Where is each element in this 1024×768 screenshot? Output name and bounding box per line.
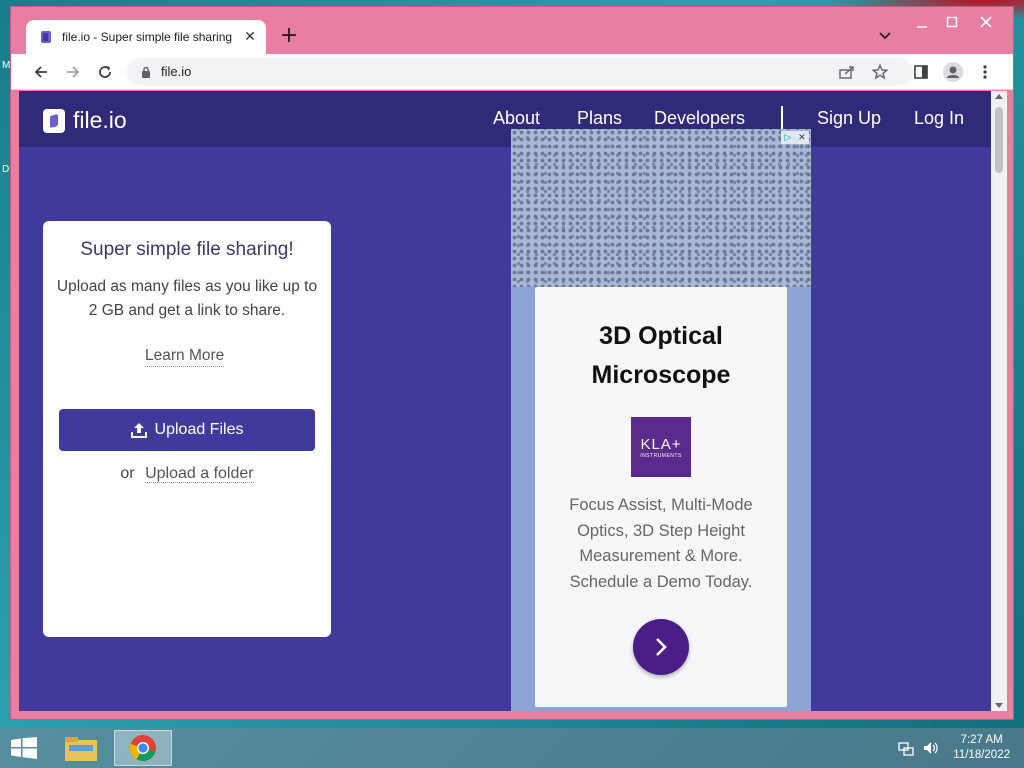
ad-choices-badge[interactable]: ▷ ✕ [781, 131, 809, 144]
ad-body-text: Focus Assist, Multi-Mode Optics, 3D Step… [569, 496, 753, 591]
clock-time: 7:27 AM [960, 734, 1003, 746]
kla-logo: KLA+ INSTRUMENTS [631, 417, 691, 477]
nav-link-about[interactable]: About [493, 108, 540, 129]
desktop-icon-label[interactable]: D [2, 164, 9, 175]
new-tab-button[interactable]: + [277, 25, 301, 49]
back-arrow-icon [34, 66, 47, 78]
maximize-button[interactable] [937, 11, 967, 33]
back-button[interactable] [29, 60, 53, 84]
site-navbar: file.io About Plans Developers Sign Up L… [19, 91, 991, 147]
kebab-menu-icon [983, 65, 987, 79]
side-panel-icon [914, 65, 928, 79]
taskbar: 7:27 AM 11/18/2022 [0, 728, 1024, 768]
vertical-scrollbar[interactable] [991, 91, 1007, 711]
ad-cta-button[interactable] [633, 619, 689, 675]
tab-title: file.io - Super simple file sharing [62, 30, 233, 44]
site-logo[interactable]: file.io [43, 107, 127, 134]
maximize-icon [946, 16, 958, 28]
card-heading: Super simple file sharing! [80, 239, 294, 260]
ad-microscope-image [511, 129, 811, 287]
ad-close-icon[interactable]: ✕ [798, 133, 806, 143]
share-icon[interactable] [839, 65, 855, 79]
ad-logo-sub-text: INSTRUMENTS [640, 452, 682, 459]
network-icon[interactable] [898, 740, 914, 756]
minimize-button[interactable] [907, 11, 937, 33]
windows-start-icon[interactable] [10, 737, 38, 759]
page-viewport: file.io About Plans Developers Sign Up L… [19, 91, 991, 711]
ad-logo-main-text: KLA+ [640, 435, 682, 453]
fileio-logo-icon [43, 108, 65, 133]
tab-close-icon[interactable]: ✕ [242, 29, 258, 45]
upload-files-button[interactable]: Upload Files [59, 409, 315, 451]
reload-button[interactable] [93, 60, 117, 84]
advertisement[interactable]: ▷ ✕ 3D Optical Microscope KLA+ INSTRUMEN… [511, 129, 811, 711]
tab-strip: file.io - Super simple file sharing ✕ + [11, 7, 1013, 54]
browser-tab[interactable]: file.io - Super simple file sharing ✕ [26, 20, 266, 54]
learn-more-link[interactable]: Learn More [145, 347, 225, 367]
taskbar-chrome[interactable] [114, 730, 172, 766]
browser-window: file.io - Super simple file sharing ✕ + … [10, 6, 1014, 720]
nav-link-log-in[interactable]: Log In [914, 108, 964, 129]
fileio-favicon-icon [41, 31, 51, 43]
reload-icon [99, 66, 111, 78]
logo-text: file.io [73, 107, 127, 133]
taskbar-clock[interactable]: 7:27 AM 11/18/2022 [953, 733, 1010, 763]
clock-date: 11/18/2022 [953, 749, 1010, 761]
upload-card: Super simple file sharing! Upload as man… [43, 221, 331, 637]
chrome-icon [130, 735, 156, 762]
upload-files-label: Upload Files [154, 421, 244, 438]
scroll-down-arrow-icon[interactable] [995, 703, 1003, 708]
upload-icon [130, 423, 147, 438]
tab-search-chevron-icon[interactable] [877, 27, 893, 43]
side-panel-button[interactable] [909, 60, 933, 84]
nav-link-developers[interactable]: Developers [654, 108, 745, 129]
menu-button[interactable] [973, 60, 997, 84]
lock-icon [142, 66, 150, 78]
minimize-icon [917, 26, 927, 28]
nav-link-plans[interactable]: Plans [577, 108, 622, 129]
taskbar-file-explorer[interactable] [52, 730, 110, 766]
folder-icon [65, 737, 97, 761]
or-text: or [120, 465, 135, 482]
browser-toolbar: file.io [11, 54, 1013, 90]
profile-button[interactable] [941, 60, 965, 84]
volume-icon[interactable] [922, 740, 940, 756]
upload-folder-link[interactable]: Upload a folder [145, 465, 254, 483]
chevron-right-icon [656, 638, 667, 656]
close-window-button[interactable] [971, 11, 1001, 33]
scroll-up-arrow-icon[interactable] [995, 94, 1003, 99]
scrollbar-thumb[interactable] [995, 107, 1003, 173]
avatar-icon [943, 62, 963, 82]
folder-upload-line: or Upload a folder [43, 465, 331, 483]
forward-button[interactable] [61, 60, 85, 84]
nav-link-sign-up[interactable]: Sign Up [817, 108, 881, 129]
forward-arrow-icon [67, 66, 80, 78]
nav-divider [781, 106, 783, 130]
card-description: Upload as many files as you like up to 2… [56, 278, 318, 319]
ad-panel: 3D Optical Microscope KLA+ INSTRUMENTS F… [535, 287, 787, 707]
bookmark-star-icon[interactable] [872, 64, 888, 80]
address-bar[interactable]: file.io [127, 58, 913, 86]
ad-choices-icon: ▷ [784, 132, 792, 143]
ad-title: 3D Optical Microscope [591, 322, 731, 389]
close-icon [980, 16, 992, 28]
url-text: file.io [161, 64, 192, 79]
